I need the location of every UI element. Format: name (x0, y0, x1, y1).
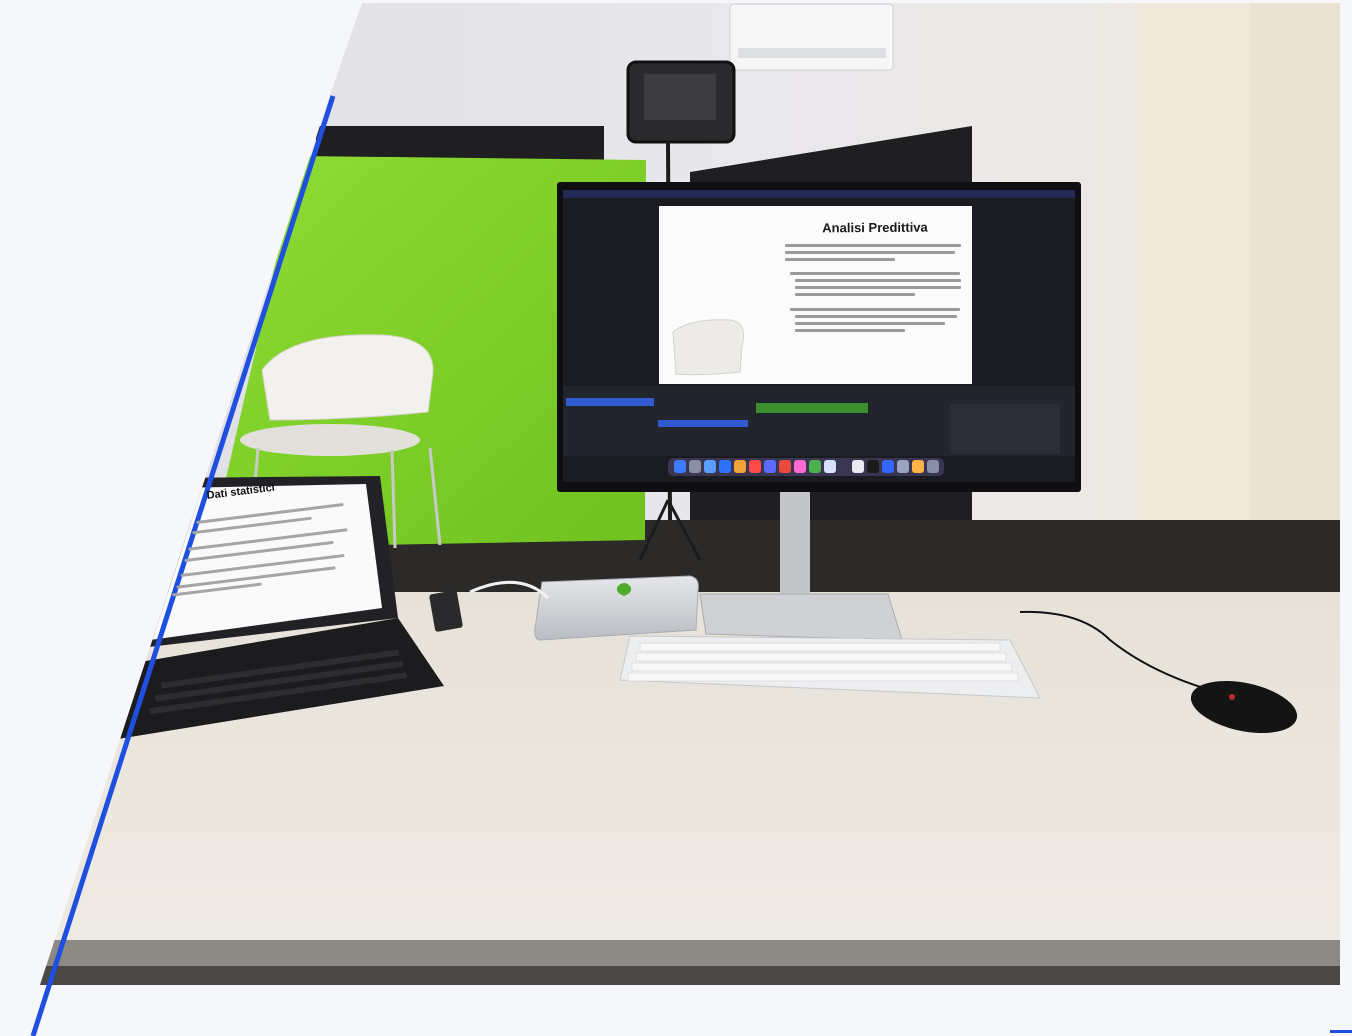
slide-body-line (795, 322, 945, 325)
slide-body-line (790, 272, 960, 275)
slide-body-line (795, 293, 915, 296)
accent-corner (1330, 1030, 1352, 1033)
slide-body-line (785, 258, 895, 261)
slide-body-line (785, 244, 961, 247)
slide-body-line (795, 315, 957, 318)
mac-mini (534, 575, 699, 641)
slide-body-line (790, 308, 960, 311)
slide-body-line (795, 279, 961, 282)
slide-body-line (795, 286, 961, 289)
slide-body-line (785, 251, 955, 254)
slide-title: Analisi Predittiva (822, 219, 928, 236)
photo-scene (30, 3, 1352, 1036)
photo (40, 3, 1340, 985)
slide-body-line (795, 329, 905, 332)
air-conditioner (729, 3, 894, 71)
